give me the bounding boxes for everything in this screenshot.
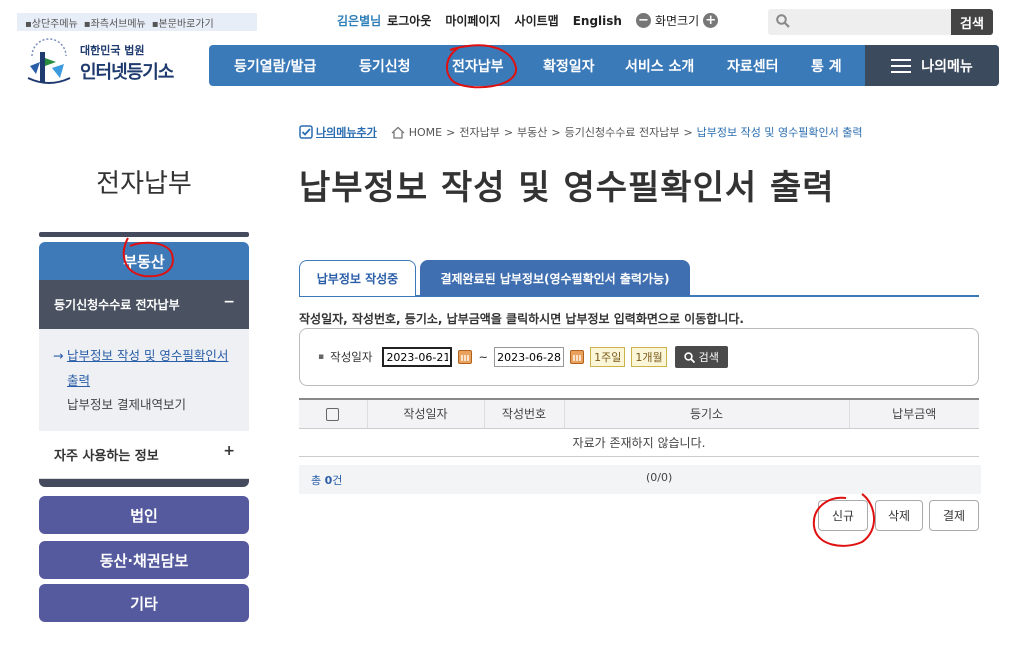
- zoom-out-icon[interactable]: −: [635, 13, 651, 28]
- table-row: 자료가 존재하지 않습니다.: [299, 428, 979, 457]
- date-label: 작성일자: [330, 350, 373, 364]
- breadcrumb-current: 납부정보 작성 및 영수필확인서 출력: [696, 126, 863, 139]
- gnb-item-service-intro[interactable]: 서비스 소개: [625, 45, 694, 86]
- page-indicator: (0/0): [646, 471, 673, 484]
- sidebar-sub-registry-fee[interactable]: 등기신청수수료 전자납부 −: [39, 280, 249, 329]
- breadcrumb-separator: >: [551, 125, 561, 139]
- search-icon: [776, 14, 790, 28]
- one-week-button[interactable]: 1주일: [590, 347, 626, 367]
- logo[interactable]: 대한민국 법원 인터넷등기소: [22, 38, 174, 88]
- hamburger-icon: [891, 58, 912, 73]
- date-filter: ▪ 작성일자 ~ 1주일 1개월 검색: [299, 328, 979, 386]
- gnb-item-statistics[interactable]: 통 계: [811, 45, 842, 86]
- column-header-registry-office[interactable]: 등기소: [563, 398, 849, 429]
- add-my-menu-button[interactable]: 나의메뉴추가: [299, 124, 377, 140]
- delete-button[interactable]: 삭제: [875, 500, 923, 531]
- search-icon: [683, 351, 695, 363]
- logout-link[interactable]: 로그아웃: [387, 12, 431, 29]
- pay-button[interactable]: 결제: [929, 500, 979, 531]
- gnb-item-e-payment[interactable]: 전자납부: [452, 45, 504, 86]
- select-all-checkbox[interactable]: [326, 407, 340, 421]
- home-icon: [391, 126, 405, 139]
- mypage-link[interactable]: 마이페이지: [445, 12, 500, 29]
- bullet-icon: ▪: [318, 352, 325, 362]
- sidebar-item-other[interactable]: 기타: [39, 584, 249, 622]
- breadcrumb-separator: >: [683, 125, 693, 139]
- utility-bar: 김은별님 로그아웃 마이페이지 사이트맵 English − 화면크기 +: [337, 12, 719, 29]
- column-header-number[interactable]: 작성번호: [483, 398, 564, 429]
- gnb-item-resource-center[interactable]: 자료센터: [727, 45, 779, 86]
- calendar-icon[interactable]: [570, 350, 585, 364]
- date-from-input[interactable]: [382, 347, 453, 367]
- breadcrumb-home[interactable]: HOME: [409, 126, 442, 139]
- breadcrumb-separator: >: [503, 125, 514, 139]
- sitemap-link[interactable]: 사이트맵: [515, 12, 559, 29]
- user-name: 김은별님: [337, 14, 382, 28]
- column-header-date[interactable]: 작성일자: [366, 398, 484, 429]
- expand-icon[interactable]: +: [223, 443, 235, 459]
- skip-link-content[interactable]: ▪본문바로가기: [152, 15, 214, 30]
- guide-text: 작성일자, 작성번호, 등기소, 납부금액을 클릭하시면 납부정보 입력화면으로…: [299, 312, 744, 326]
- filter-search-button[interactable]: 검색: [674, 346, 728, 368]
- add-my-menu-label: 나의메뉴추가: [316, 126, 377, 139]
- site-search: 검색: [768, 9, 993, 35]
- table-header-row: 작성일자 작성번호 등기소 납부금액: [299, 398, 979, 429]
- sidebar-link-write-payment[interactable]: 납부정보 작성 및 영수필확인서 출력: [53, 343, 235, 393]
- tab-paid[interactable]: 결제완료된 납부정보(영수필확인서 출력가능): [420, 260, 690, 296]
- sidebar-item-movable-collateral[interactable]: 동산·채권담보: [39, 541, 249, 579]
- select-all-checkbox-cell: [299, 398, 367, 429]
- page-title: 납부정보 작성 및 영수필확인서 출력: [299, 168, 835, 208]
- sidebar-favorites[interactable]: 자주 사용하는 정보 +: [39, 431, 249, 479]
- calendar-icon[interactable]: [458, 350, 473, 364]
- one-month-button[interactable]: 1개월: [631, 347, 667, 367]
- my-menu-label: 나의메뉴: [921, 58, 973, 75]
- payment-table: 작성일자 작성번호 등기소 납부금액 자료가 존재하지 않습니다.: [299, 398, 979, 457]
- date-range-tilde: ~: [478, 350, 489, 364]
- breadcrumb-item[interactable]: 등기신청수수료 전자납부: [565, 124, 680, 140]
- search-button[interactable]: 검색: [951, 9, 993, 35]
- total-count: 총 0건: [311, 473, 343, 487]
- skip-link-left[interactable]: ▪좌측서브메뉴: [84, 15, 146, 30]
- logo-site-name: 인터넷등기소: [80, 62, 174, 83]
- sidebar-favorites-label: 자주 사용하는 정보: [54, 449, 159, 464]
- zoom-label: 화면크기: [654, 14, 700, 28]
- empty-message: 자료가 존재하지 않습니다.: [299, 428, 979, 457]
- breadcrumb-item[interactable]: 부동산: [517, 124, 547, 140]
- sidebar-top-bar: [39, 232, 249, 237]
- collapse-icon[interactable]: −: [223, 294, 235, 310]
- sidebar-sub-label: 등기신청수수료 전자납부: [54, 298, 180, 312]
- sidebar-item-real-estate[interactable]: 부동산: [39, 242, 249, 280]
- sidebar-bottom-bar: [39, 479, 249, 487]
- logo-court-name: 대한민국 법원: [80, 44, 145, 57]
- filter-search-label: 검색: [698, 351, 719, 364]
- tab-bar: 납부정보 작성중 결제완료된 납부정보(영수필확인서 출력가능): [299, 260, 979, 297]
- checkbox-check-icon: [299, 125, 313, 139]
- court-emblem-icon: [27, 38, 71, 84]
- new-button[interactable]: 신규: [818, 500, 868, 531]
- my-menu-button[interactable]: 나의메뉴: [865, 45, 999, 86]
- gnb-item-fixed-date[interactable]: 확정일자: [543, 45, 595, 86]
- skip-links: ▪상단주메뉴 ▪좌측서브메뉴 ▪본문바로가기: [17, 13, 257, 31]
- breadcrumb-item[interactable]: 전자납부: [459, 124, 499, 140]
- zoom-control: − 화면크기 +: [635, 12, 719, 29]
- breadcrumb-separator: >: [446, 125, 456, 139]
- column-header-amount[interactable]: 납부금액: [848, 398, 979, 429]
- sidebar-link-list: 납부정보 작성 및 영수필확인서 출력 납부정보 결제내역보기: [39, 329, 249, 431]
- date-to-input[interactable]: [494, 347, 565, 367]
- zoom-in-icon[interactable]: +: [703, 13, 719, 28]
- breadcrumb: 나의메뉴추가 HOME > 전자납부 > 부동산 > 등기신청수수료 전자납부 …: [299, 124, 862, 140]
- gnb-item-registry-apply[interactable]: 등기신청: [359, 45, 411, 86]
- tab-writing[interactable]: 납부정보 작성중: [299, 260, 416, 296]
- main-navigation: 등기열람/발급 등기신청 전자납부 확정일자 서비스 소개 자료센터 통 계 나…: [209, 45, 999, 86]
- sidebar-item-corporation[interactable]: 법인: [39, 496, 249, 534]
- sidebar-title: 전자납부: [96, 169, 192, 199]
- gnb-item-registry-view[interactable]: 등기열람/발급: [234, 45, 316, 86]
- search-input[interactable]: [768, 9, 951, 35]
- pager-bar: 총 0건 (0/0): [299, 465, 981, 494]
- skip-link-top[interactable]: ▪상단주메뉴: [25, 15, 78, 30]
- english-link[interactable]: English: [573, 14, 622, 28]
- sidebar-link-payment-history[interactable]: 납부정보 결제내역보기: [53, 393, 235, 417]
